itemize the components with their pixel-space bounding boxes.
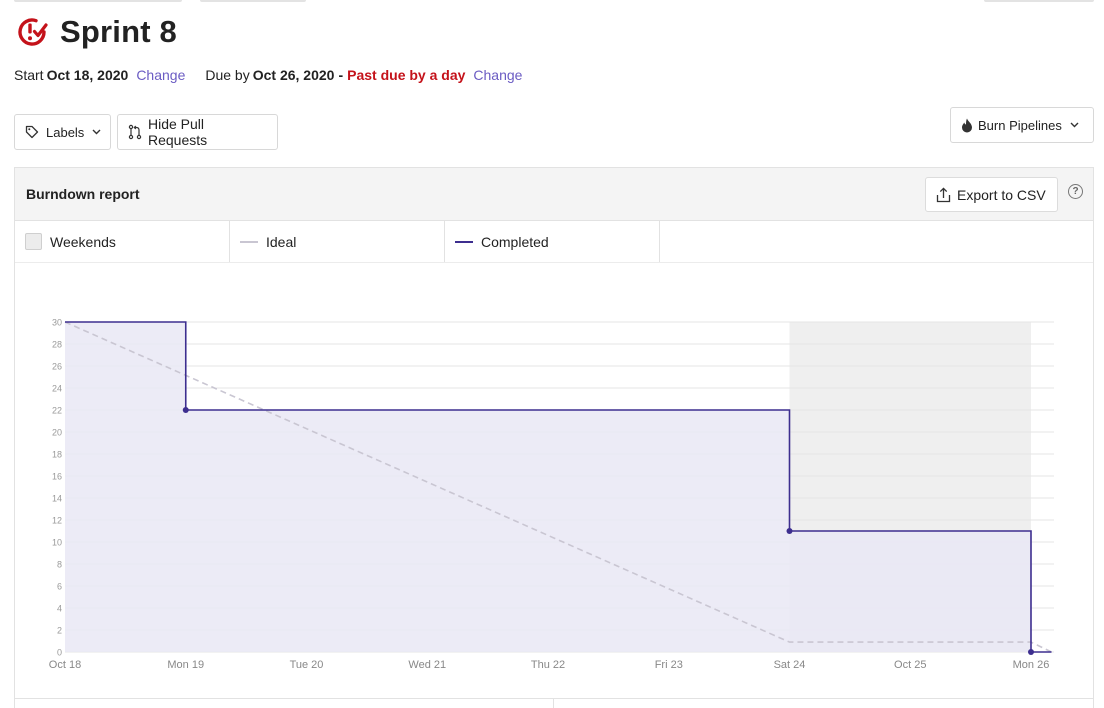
y-tick-label: 2 — [57, 626, 62, 636]
milestone-past-due-icon — [18, 18, 48, 46]
change-due-link[interactable]: Change — [473, 67, 522, 83]
legend-weekends[interactable]: Weekends — [15, 221, 230, 262]
y-tick-label: 26 — [52, 362, 62, 372]
legend-completed-label: Completed — [481, 233, 549, 250]
legend-completed[interactable]: Completed — [445, 221, 660, 262]
report-header: Burndown report Export to CSV ? — [15, 168, 1093, 221]
pull-request-icon — [128, 124, 142, 140]
help-icon[interactable]: ? — [1068, 184, 1083, 199]
milestone-header: Sprint 8 — [14, 14, 177, 50]
chart-legend: Weekends Ideal Completed — [15, 221, 1093, 263]
milestone-dates: Start Oct 18, 2020 Change Due by Oct 26,… — [14, 67, 522, 83]
x-tick-label: Sat 24 — [774, 659, 806, 671]
x-tick-label: Oct 25 — [894, 659, 926, 671]
chevron-down-icon — [1070, 122, 1079, 128]
report-title: Burndown report — [26, 186, 140, 202]
upload-icon — [936, 186, 951, 202]
past-due-text: Past due by a day — [347, 67, 466, 83]
y-tick-label: 10 — [52, 538, 62, 548]
tag-icon — [25, 125, 39, 139]
y-tick-label: 8 — [57, 560, 62, 570]
y-tick-label: 0 — [57, 648, 62, 658]
chevron-down-icon — [92, 129, 101, 135]
export-csv-label: Export to CSV — [957, 186, 1046, 203]
burn-pipelines-label: Burn Pipelines — [978, 117, 1062, 133]
legend-ideal[interactable]: Ideal — [230, 221, 445, 262]
due-group: Due by Oct 26, 2020 - Past due by a day … — [205, 67, 522, 83]
x-tick-label: Thu 22 — [531, 659, 565, 671]
burndown-chart: 024681012141618202224262830Oct 18 Mon 19 T… — [49, 318, 1054, 671]
due-separator: - — [338, 67, 344, 83]
x-tick-label: Wed 21 — [408, 659, 446, 671]
y-tick-label: 14 — [52, 494, 62, 504]
hide-pull-requests-label: Hide Pull Requests — [148, 116, 208, 148]
x-tick-label: Mon 19 — [167, 659, 204, 671]
y-tick-label: 16 — [52, 472, 62, 482]
y-tick-label: 20 — [52, 428, 62, 438]
completed-point — [1028, 649, 1034, 655]
y-tick-label: 18 — [52, 450, 62, 460]
start-label: Start — [14, 67, 44, 83]
report-footer-row — [14, 698, 1094, 708]
y-tick-label: 24 — [52, 384, 62, 394]
x-tick-label: Fri 23 — [655, 659, 683, 671]
export-csv-button[interactable]: Export to CSV — [925, 177, 1058, 212]
legend-weekends-label: Weekends — [50, 233, 116, 250]
labels-button[interactable]: Labels — [14, 114, 111, 150]
labels-button-label: Labels — [46, 124, 85, 140]
y-tick-label: 22 — [52, 406, 62, 416]
y-tick-label: 4 — [57, 604, 62, 614]
y-tick-label: 6 — [57, 582, 62, 592]
legend-ideal-label: Ideal — [266, 233, 297, 250]
x-tick-label: Oct 18 — [49, 659, 81, 671]
completed-point — [786, 528, 793, 534]
start-date: Oct 18, 2020 — [46, 67, 129, 83]
y-tick-label: 28 — [52, 340, 62, 350]
change-start-link[interactable]: Change — [136, 67, 185, 83]
hide-pull-requests-button[interactable]: Hide Pull Requests — [117, 114, 278, 150]
x-tick-label: Mon 26 — [1013, 659, 1050, 671]
flame-icon — [962, 118, 972, 132]
page-title: Sprint 8 — [60, 14, 178, 49]
burn-pipelines-button[interactable]: Burn Pipelines — [950, 107, 1094, 143]
due-label: Due by — [205, 67, 250, 83]
y-tick-label: 12 — [52, 516, 62, 526]
completed-point — [182, 407, 189, 413]
due-date: Oct 26, 2020 — [252, 67, 335, 83]
y-tick-label: 30 — [52, 318, 62, 328]
footer-divider — [553, 699, 554, 708]
ideal-line-key — [240, 240, 258, 243]
completed-line-key — [455, 240, 473, 243]
weekends-checkbox[interactable] — [25, 233, 42, 250]
x-tick-label: Tue 20 — [290, 659, 324, 671]
